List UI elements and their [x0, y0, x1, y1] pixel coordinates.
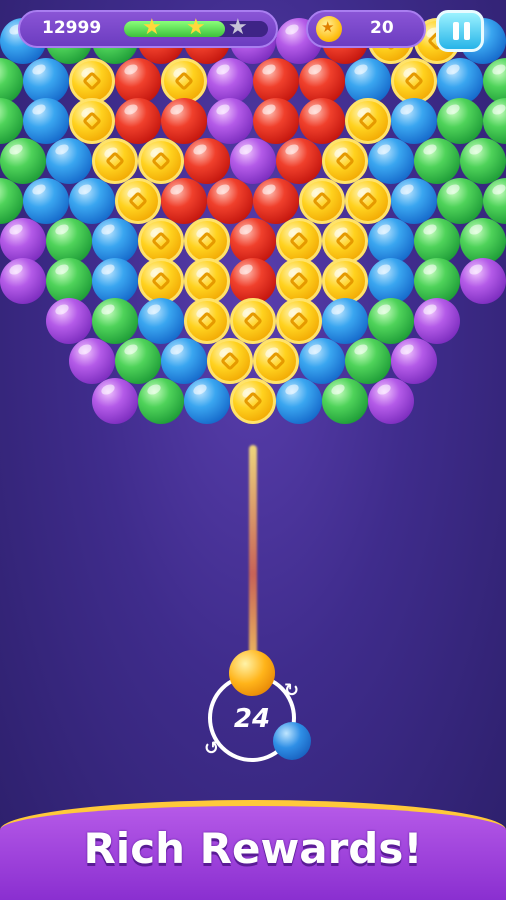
star-icon-2: ★: [186, 15, 206, 40]
green-bubble: [322, 378, 368, 424]
blue-bubble: [322, 298, 368, 344]
green-bubble: [0, 58, 23, 104]
red-bubble: [115, 98, 161, 144]
purple-bubble: [0, 258, 46, 304]
green-bubble: [0, 98, 23, 144]
banner-title: Rich Rewards!: [83, 824, 423, 873]
red-bubble: [184, 138, 230, 184]
coin-bubble: [253, 338, 299, 384]
blue-bubble: [276, 378, 322, 424]
red-bubble: [161, 98, 207, 144]
blue-bubble: [368, 138, 414, 184]
red-bubble: [253, 98, 299, 144]
coin-bubble: [276, 298, 322, 344]
swap-arrow-icon: ↺: [204, 738, 220, 759]
blue-bubble: [161, 338, 207, 384]
coin-bubble: [92, 138, 138, 184]
green-bubble: [115, 338, 161, 384]
coin-icon: ★: [316, 16, 342, 42]
level-progress-bar: ★ ★ ★: [124, 17, 268, 39]
green-bubble: [483, 178, 506, 224]
blue-bubble: [391, 178, 437, 224]
green-bubble: [483, 98, 506, 144]
blue-bubble: [23, 98, 69, 144]
green-bubble: [0, 178, 23, 224]
blue-bubble: [69, 178, 115, 224]
pause-button[interactable]: [436, 10, 484, 52]
pause-icon-bar: [464, 22, 470, 40]
coin-bubble: [230, 378, 276, 424]
purple-bubble: [460, 258, 506, 304]
green-bubble: [0, 138, 46, 184]
blue-bubble: [299, 338, 345, 384]
purple-bubble: [414, 298, 460, 344]
coin-counter: ★ 20: [306, 10, 426, 48]
swap-arrow-icon: ↻: [284, 680, 300, 701]
blue-bubble: [138, 298, 184, 344]
coin-bubble: [230, 298, 276, 344]
red-bubble: [276, 138, 322, 184]
green-bubble: [483, 58, 506, 104]
coin-bubble: [322, 138, 368, 184]
score-value: 12999: [42, 18, 102, 38]
blue-bubble: [46, 138, 92, 184]
shooter-ball[interactable]: [229, 650, 275, 696]
green-bubble: [437, 98, 483, 144]
purple-bubble: [368, 378, 414, 424]
coin-bubble: [207, 338, 253, 384]
pause-icon: [453, 22, 459, 40]
coin-bubble: [184, 298, 230, 344]
blue-bubble: [184, 378, 230, 424]
blue-bubble: [391, 98, 437, 144]
coin-bubble: [299, 178, 345, 224]
green-bubble: [460, 138, 506, 184]
score-bar: 12999 ★ ★ ★: [18, 10, 278, 48]
purple-bubble: [391, 338, 437, 384]
coin-value: 20: [370, 18, 394, 38]
red-bubble: [207, 178, 253, 224]
purple-bubble: [69, 338, 115, 384]
green-bubble: [414, 138, 460, 184]
moves-remaining: 24: [233, 704, 271, 734]
blue-bubble: [23, 178, 69, 224]
purple-bubble: [46, 298, 92, 344]
green-bubble: [92, 298, 138, 344]
green-bubble: [345, 338, 391, 384]
red-bubble: [253, 178, 299, 224]
level-progress-fill: [124, 21, 225, 37]
coin-bubble: [345, 98, 391, 144]
red-bubble: [161, 178, 207, 224]
purple-bubble: [207, 98, 253, 144]
coin-bubble: [115, 178, 161, 224]
coin-bubble: [138, 138, 184, 184]
purple-bubble: [230, 138, 276, 184]
purple-bubble: [92, 378, 138, 424]
green-bubble: [437, 178, 483, 224]
green-bubble: [368, 298, 414, 344]
next-ball[interactable]: [273, 722, 311, 760]
coin-bubble: [345, 178, 391, 224]
coin-bubble: [69, 98, 115, 144]
star-icon-1: ★: [142, 15, 162, 40]
star-icon-3: ★: [228, 15, 248, 40]
green-bubble: [138, 378, 184, 424]
red-bubble: [299, 98, 345, 144]
aim-line: [249, 445, 257, 660]
